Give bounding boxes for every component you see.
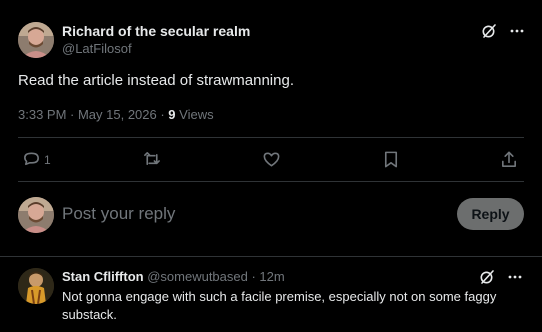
action-bar: 1 <box>18 140 524 180</box>
author-block: Richard of the secular realm @LatFilosof <box>62 22 250 58</box>
comment-author-handle[interactable]: @somewutbased <box>147 269 248 284</box>
retweet-action[interactable] <box>142 150 162 169</box>
author-avatar[interactable] <box>18 22 54 58</box>
views-label: Views <box>175 107 214 122</box>
comment-text: Not gonna engage with such a facile prem… <box>62 289 497 322</box>
share-icon <box>502 151 516 167</box>
reply-action[interactable]: 1 <box>22 150 51 169</box>
comment-head: Stan Cfliffton @somewutbased · 12m <box>62 268 285 286</box>
my-avatar <box>18 197 54 233</box>
more-icon[interactable] <box>508 22 526 40</box>
bookmark-action[interactable] <box>382 150 400 169</box>
grok-icon[interactable] <box>480 22 498 40</box>
like-action[interactable] <box>262 150 281 169</box>
author-name[interactable]: Richard of the secular realm <box>62 22 250 40</box>
comment-avatar[interactable] <box>18 268 54 304</box>
reply-icon <box>24 152 39 166</box>
comment-author-name[interactable]: Stan Cfliffton <box>62 269 144 284</box>
divider <box>18 181 524 182</box>
reply-input[interactable]: Post your reply <box>62 204 175 224</box>
divider <box>18 137 524 138</box>
like-icon <box>263 152 280 167</box>
retweet-icon <box>144 152 160 166</box>
share-action[interactable] <box>500 150 518 169</box>
post-meta: 3:33 PM · May 15, 2026 · 9 Views <box>18 106 214 124</box>
bookmark-icon <box>384 151 398 168</box>
author-handle[interactable]: @LatFilosof <box>62 40 250 58</box>
divider <box>0 256 542 257</box>
comment[interactable]: Stan Cfliffton @somewutbased · 12m Not g… <box>18 266 524 326</box>
post-text: Read the article instead of strawmanning… <box>18 72 294 89</box>
views-count: 9 <box>168 107 176 122</box>
grok-icon[interactable] <box>478 268 496 286</box>
comment-icons <box>478 268 524 286</box>
more-icon[interactable] <box>506 268 524 286</box>
header-icons <box>480 22 526 40</box>
reply-button[interactable]: Reply <box>457 198 524 230</box>
post-header: Richard of the secular realm @LatFilosof <box>18 18 526 62</box>
comment-time[interactable]: · 12m <box>248 269 284 284</box>
post-timestamp[interactable]: 3:33 PM · May 15, 2026 · <box>18 107 168 122</box>
reply-composer: Post your reply Reply <box>18 197 524 233</box>
reply-count: 1 <box>44 152 51 167</box>
